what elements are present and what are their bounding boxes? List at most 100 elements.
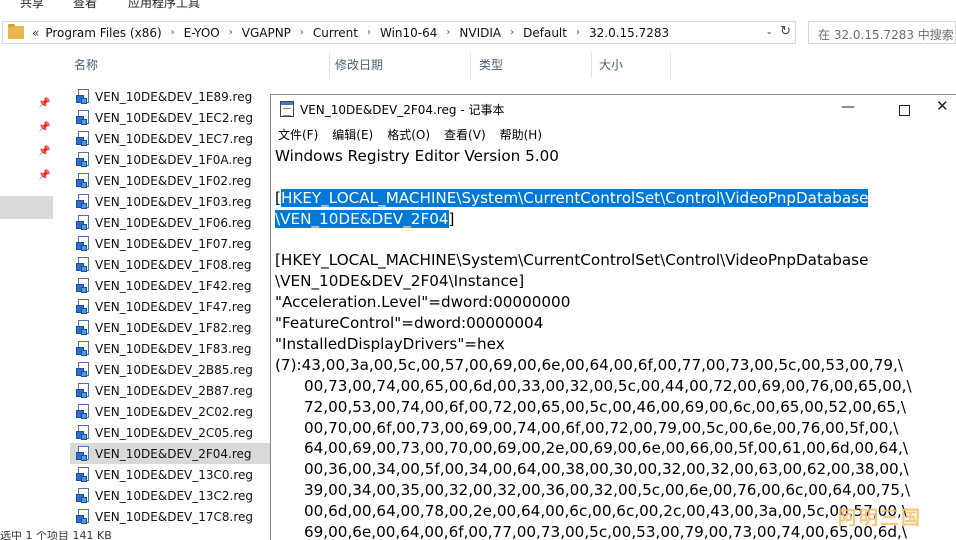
file-name: VEN_10DE&DEV_2C02.reg bbox=[95, 404, 254, 419]
breadcrumb-separator-icon[interactable]: › bbox=[171, 27, 175, 38]
registry-file-icon bbox=[76, 277, 90, 294]
file-list-item[interactable]: VEN_10DE&DEV_2C02.reg bbox=[70, 401, 273, 422]
registry-file-icon bbox=[76, 487, 90, 504]
text-line: [HKEY_LOCAL_MACHINE\System\CurrentContro… bbox=[275, 188, 956, 209]
registry-file-icon bbox=[76, 382, 90, 399]
column-header-size[interactable]: 大小 bbox=[599, 56, 623, 76]
file-list-item[interactable]: VEN_10DE&DEV_1E89.reg bbox=[70, 86, 273, 107]
file-list-item[interactable]: VEN_10DE&DEV_1EC7.reg bbox=[70, 128, 273, 149]
file-list-item[interactable]: VEN_10DE&DEV_13C2.reg bbox=[70, 485, 273, 506]
selected-text: \VEN_10DE&DEV_2F04 bbox=[275, 209, 449, 228]
notepad-titlebar[interactable]: VEN_10DE&DEV_2F04.reg - 记事本 — ✕ bbox=[271, 95, 956, 123]
file-name: VEN_10DE&DEV_13C2.reg bbox=[95, 488, 254, 503]
file-list-item[interactable]: VEN_10DE&DEV_2B85.reg bbox=[70, 359, 273, 380]
ribbon-tab-share[interactable]: 共享 bbox=[20, 0, 44, 11]
file-list-item[interactable]: VEN_10DE&DEV_1F83.reg bbox=[70, 338, 273, 359]
breadcrumb-separator-icon[interactable]: › bbox=[367, 27, 371, 38]
pin-icon: 📌 bbox=[38, 122, 51, 133]
column-header-name[interactable]: 名称 bbox=[74, 56, 98, 76]
file-name: VEN_10DE&DEV_1F82.reg bbox=[95, 320, 252, 335]
minimize-button[interactable]: — bbox=[838, 99, 858, 119]
file-list-item[interactable]: VEN_10DE&DEV_2B87.reg bbox=[70, 380, 273, 401]
ribbon-tab-view[interactable]: 查看 bbox=[73, 0, 97, 11]
registry-file-icon bbox=[76, 445, 90, 462]
breadcrumb-item[interactable]: Default bbox=[523, 26, 567, 40]
refresh-icon[interactable]: ↻ bbox=[780, 24, 791, 39]
file-name: VEN_10DE&DEV_1F07.reg bbox=[95, 236, 252, 251]
column-divider[interactable] bbox=[329, 52, 330, 78]
file-list-item[interactable]: VEN_10DE&DEV_1F06.reg bbox=[70, 212, 273, 233]
text-line: \VEN_10DE&DEV_2F04\Instance] bbox=[275, 272, 525, 291]
menu-item[interactable]: 编辑(E) bbox=[332, 126, 373, 143]
file-name: VEN_10DE&DEV_2C05.reg bbox=[95, 425, 254, 440]
menu-item[interactable]: 文件(F) bbox=[278, 126, 318, 143]
maximize-button[interactable] bbox=[894, 99, 914, 119]
file-list-item[interactable]: VEN_10DE&DEV_1F07.reg bbox=[70, 233, 273, 254]
file-list-item[interactable]: VEN_10DE&DEV_2C05.reg bbox=[70, 422, 273, 443]
text-line: (7):43,00,3a,00,5c,00,57,00,69,00,6e,00,… bbox=[275, 355, 903, 374]
file-name: VEN_10DE&DEV_1E89.reg bbox=[95, 89, 253, 104]
selected-text: HKEY_LOCAL_MACHINE\System\CurrentControl… bbox=[280, 188, 869, 207]
breadcrumb-overflow-button[interactable]: « bbox=[32, 26, 39, 40]
ribbon-tab-app-tools[interactable]: 应用程序工具 bbox=[128, 0, 200, 11]
file-list-item[interactable]: VEN_10DE&DEV_1F08.reg bbox=[70, 254, 273, 275]
breadcrumb-separator-icon[interactable]: › bbox=[300, 27, 304, 38]
watermark-text: 阿明三国 bbox=[838, 507, 923, 529]
breadcrumb-separator-icon[interactable]: › bbox=[229, 27, 233, 38]
text-line: \VEN_10DE&DEV_2F04] bbox=[275, 209, 956, 230]
file-list-item[interactable]: VEN_10DE&DEV_2F04.reg bbox=[70, 443, 273, 464]
column-header-modified[interactable]: 修改日期 bbox=[335, 56, 383, 76]
column-divider[interactable] bbox=[670, 52, 671, 78]
file-list-item[interactable]: VEN_10DE&DEV_1F82.reg bbox=[70, 317, 273, 338]
breadcrumb: Program Files (x86) › E-YOO › VGAPNP › Current… bbox=[45, 26, 669, 40]
breadcrumb-separator-icon[interactable]: › bbox=[576, 27, 580, 38]
pin-icon: 📌 bbox=[38, 146, 51, 157]
menu-item[interactable]: 查看(V) bbox=[444, 126, 486, 143]
breadcrumb-item[interactable]: 32.0.15.7283 bbox=[589, 26, 669, 40]
file-list-item[interactable]: VEN_10DE&DEV_17C8.reg bbox=[70, 506, 273, 527]
ribbon-tabs: 共享 查看 应用程序工具 bbox=[0, 0, 956, 14]
registry-file-icon bbox=[76, 109, 90, 126]
file-list-item[interactable]: VEN_10DE&DEV_1EC2.reg bbox=[70, 107, 273, 128]
address-bar[interactable]: « Program Files (x86) › E-YOO › VGAPNP › Curre… bbox=[2, 21, 796, 44]
file-list-item[interactable]: VEN_10DE&DEV_1F47.reg bbox=[70, 296, 273, 317]
file-list-item[interactable]: VEN_10DE&DEV_1F0A.reg bbox=[70, 149, 273, 170]
search-input[interactable]: 在 32.0.15.7283 中搜索 bbox=[808, 21, 956, 44]
breadcrumb-item[interactable]: Program Files (x86) bbox=[45, 26, 161, 40]
text-line: "FeatureControl"=dword:00000004 bbox=[275, 314, 544, 333]
column-divider[interactable] bbox=[591, 52, 592, 78]
file-name: VEN_10DE&DEV_1F02.reg bbox=[95, 173, 252, 188]
registry-file-icon bbox=[76, 361, 90, 378]
registry-file-icon bbox=[76, 424, 90, 441]
file-name: VEN_10DE&DEV_1F83.reg bbox=[95, 341, 252, 356]
column-divider[interactable] bbox=[470, 52, 471, 78]
breadcrumb-item[interactable]: NVIDIA bbox=[459, 26, 501, 40]
text-editor[interactable]: Windows Registry Editor Version 5.00 [HKE… bbox=[275, 146, 956, 540]
breadcrumb-separator-icon[interactable]: › bbox=[510, 27, 514, 38]
nav-selected-item[interactable] bbox=[0, 196, 53, 219]
file-name: VEN_10DE&DEV_1F08.reg bbox=[95, 257, 252, 272]
breadcrumb-item[interactable]: Current bbox=[313, 26, 358, 40]
file-list-item[interactable]: VEN_10DE&DEV_1F42.reg bbox=[70, 275, 273, 296]
file-name: VEN_10DE&DEV_2F04.reg bbox=[95, 446, 252, 461]
registry-file-icon bbox=[76, 88, 90, 105]
file-list-item[interactable]: VEN_10DE&DEV_1F03.reg bbox=[70, 191, 273, 212]
column-header-type[interactable]: 类型 bbox=[479, 56, 503, 76]
file-name: VEN_10DE&DEV_1EC7.reg bbox=[95, 131, 253, 146]
breadcrumb-item[interactable]: Win10-64 bbox=[380, 26, 437, 40]
text-line: Windows Registry Editor Version 5.00 bbox=[275, 147, 559, 165]
address-dropdown-icon[interactable]: ⌄ bbox=[765, 27, 773, 37]
file-list-item[interactable]: VEN_10DE&DEV_13C0.reg bbox=[70, 464, 273, 485]
registry-file-icon bbox=[76, 508, 90, 525]
watermark: 阿明三国 bbox=[838, 503, 922, 530]
close-button[interactable]: ✕ bbox=[936, 97, 956, 119]
breadcrumb-item[interactable]: E-YOO bbox=[184, 26, 220, 40]
breadcrumb-separator-icon[interactable]: › bbox=[446, 27, 450, 38]
file-name: VEN_10DE&DEV_1F03.reg bbox=[95, 194, 252, 209]
file-name: VEN_10DE&DEV_17C8.reg bbox=[95, 509, 254, 524]
menu-item[interactable]: 帮助(H) bbox=[500, 126, 542, 143]
file-list-item[interactable]: VEN_10DE&DEV_1F02.reg bbox=[70, 170, 273, 191]
breadcrumb-item[interactable]: VGAPNP bbox=[242, 26, 291, 40]
menu-item[interactable]: 格式(O) bbox=[387, 126, 430, 143]
file-name: VEN_10DE&DEV_1EC2.reg bbox=[95, 110, 253, 125]
